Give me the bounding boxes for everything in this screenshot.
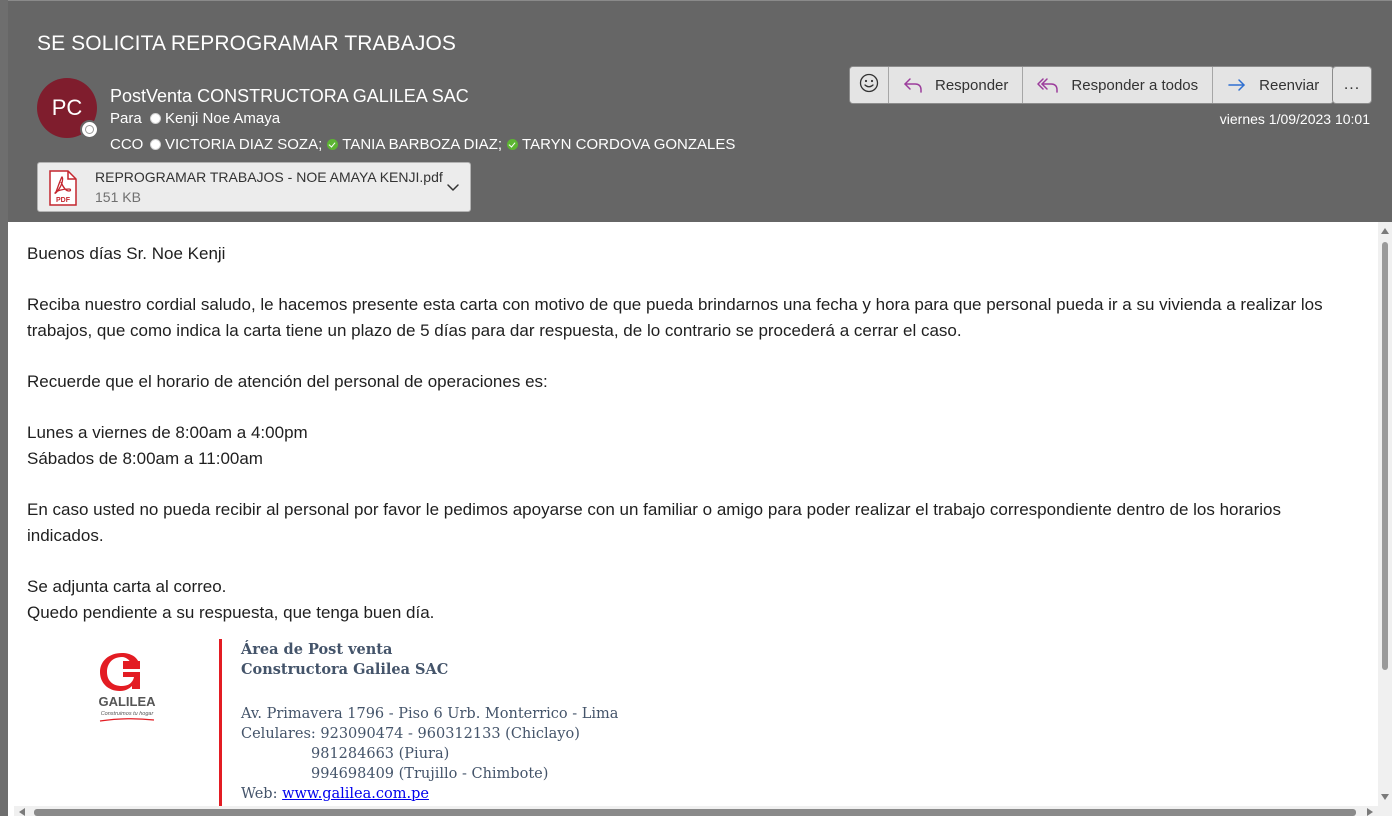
left-gutter xyxy=(0,0,8,816)
smiley-icon xyxy=(859,73,879,97)
body-paragraph-1: Reciba nuestro cordial saludo, le hacemo… xyxy=(27,295,1323,340)
recipient-victoria[interactable]: VICTORIA DIAZ SOZA; xyxy=(150,136,322,153)
to-label: Para xyxy=(110,110,142,127)
signature-web-row: Web: www.galilea.com.pe xyxy=(241,784,618,804)
signature-address: Av. Primavera 1796 - Piso 6 Urb. Monterr… xyxy=(241,706,619,722)
body-paragraph-2: Recuerde que el horario de atención del … xyxy=(27,372,548,391)
email-reading-pane: SE SOLICITA REPROGRAMAR TRABAJOS PC Post… xyxy=(0,0,1392,816)
signature-web-link[interactable]: www.galilea.com.pe xyxy=(282,786,429,802)
signature-spacer xyxy=(241,680,618,704)
more-actions-button[interactable]: ... xyxy=(1332,66,1372,104)
pdf-icon-label: PDF xyxy=(56,197,71,204)
message-body: Buenos días Sr. Noe Kenji Reciba nuestro… xyxy=(27,241,1357,626)
recipient-name: TARYN CORDOVA GONZALES xyxy=(522,136,736,153)
signature-company: Constructora Galilea SAC xyxy=(241,661,449,678)
scrollbar-corner xyxy=(1378,806,1392,816)
body-greeting: Buenos días Sr. Noe Kenji xyxy=(27,244,226,263)
horizontal-scroll-thumb[interactable] xyxy=(34,809,1356,816)
forward-icon xyxy=(1227,76,1247,94)
body-paragraph-3: En caso usted no pueda recibir al person… xyxy=(27,500,1281,545)
attachment-card[interactable]: PDF REPROGRAMAR TRABAJOS - NOE AMAYA KEN… xyxy=(37,162,471,212)
bcc-recipients: VICTORIA DIAZ SOZA; TANIA BARBOZA DIAZ; … xyxy=(150,136,740,153)
attachment-size: 151 KB xyxy=(95,189,141,205)
presence-offline-icon xyxy=(150,113,161,124)
reaction-button[interactable] xyxy=(850,67,889,103)
forward-label: Reenviar xyxy=(1259,76,1320,94)
galilea-logo: GALILEA Construimos tu hogar xyxy=(84,651,170,731)
message-header: SE SOLICITA REPROGRAMAR TRABAJOS PC Post… xyxy=(0,0,1392,222)
logo-text: GALILEA xyxy=(98,694,156,709)
scroll-right-arrow-icon[interactable] xyxy=(1367,808,1373,816)
avatar-initials: PC xyxy=(51,95,83,120)
presence-available-icon xyxy=(327,139,339,150)
logo-tagline: Construimos tu hogar xyxy=(101,711,155,717)
presence-offline-icon xyxy=(80,120,99,139)
recipient-tania[interactable]: TANIA BARBOZA DIAZ; xyxy=(327,136,502,153)
reply-icon xyxy=(903,76,923,94)
signature-phone-trujillo: 994698409 (Trujillo - Chimbote) xyxy=(311,766,549,782)
header-top-border xyxy=(1,0,1392,1)
signature-phone-piura: 981284663 (Piura) xyxy=(311,746,450,762)
message-date: viernes 1/09/2023 10:01 xyxy=(1219,111,1370,127)
email-signature: GALILEA Construimos tu hogar Área de Pos… xyxy=(14,639,714,808)
recipient-taryn[interactable]: TARYN CORDOVA GONZALES xyxy=(507,136,735,153)
sender-name[interactable]: PostVenta CONSTRUCTORA GALILEA SAC xyxy=(110,86,469,107)
bcc-label: CCO xyxy=(110,136,144,153)
vertical-scroll-thumb[interactable] xyxy=(1382,242,1388,670)
recipient-kenji[interactable]: Kenji Noe Amaya xyxy=(150,110,280,127)
forward-button[interactable]: Reenviar xyxy=(1213,67,1334,103)
body-closing-2: Quedo pendiente a su respuesta, que teng… xyxy=(27,603,435,622)
reply-all-icon xyxy=(1037,76,1059,94)
reply-button[interactable]: Responder xyxy=(889,67,1024,103)
horizontal-scrollbar[interactable] xyxy=(14,806,1378,816)
reply-all-button[interactable]: Responder a todos xyxy=(1023,67,1214,103)
signature-web-label: Web: xyxy=(241,786,283,802)
recipient-name: TANIA BARBOZA DIAZ; xyxy=(342,136,503,153)
signature-department: Área de Post venta xyxy=(241,641,393,658)
more-icon: ... xyxy=(1343,76,1361,93)
presence-available-icon xyxy=(507,139,519,150)
scroll-down-arrow-icon[interactable] xyxy=(1381,794,1389,800)
signature-text: Área de Post venta Constructora Galilea … xyxy=(241,640,618,804)
body-closing-1: Se adjunta carta al correo. xyxy=(27,577,227,596)
body-schedule-weekdays: Lunes a viernes de 8:00am a 4:00pm xyxy=(27,423,308,442)
reply-label: Responder xyxy=(935,76,1009,94)
message-subject: SE SOLICITA REPROGRAMAR TRABAJOS xyxy=(37,32,457,55)
scroll-left-arrow-icon[interactable] xyxy=(19,808,25,816)
recipient-name: Kenji Noe Amaya xyxy=(165,110,281,127)
signature-divider xyxy=(219,639,222,808)
reply-all-label: Responder a todos xyxy=(1071,76,1199,94)
pdf-icon: PDF xyxy=(48,170,78,206)
scroll-up-arrow-icon[interactable] xyxy=(1381,228,1389,234)
vertical-scrollbar[interactable] xyxy=(1378,222,1392,808)
attachment-name: REPROGRAMAR TRABAJOS - NOE AMAYA KENJI.p… xyxy=(95,169,443,185)
message-body-area: Buenos días Sr. Noe Kenji Reciba nuestro… xyxy=(14,222,1378,808)
signature-phones: Celulares: 923090474 - 960312133 (Chicla… xyxy=(241,726,580,742)
body-schedule-saturday: Sábados de 8:00am a 11:00am xyxy=(27,449,263,468)
presence-offline-icon xyxy=(150,139,161,150)
recipient-name: VICTORIA DIAZ SOZA; xyxy=(165,136,323,153)
message-actions-toolbar: Responder Responder a todos Reenviar xyxy=(849,66,1335,104)
to-recipients: Kenji Noe Amaya xyxy=(150,110,285,127)
chevron-down-icon[interactable] xyxy=(446,180,460,199)
